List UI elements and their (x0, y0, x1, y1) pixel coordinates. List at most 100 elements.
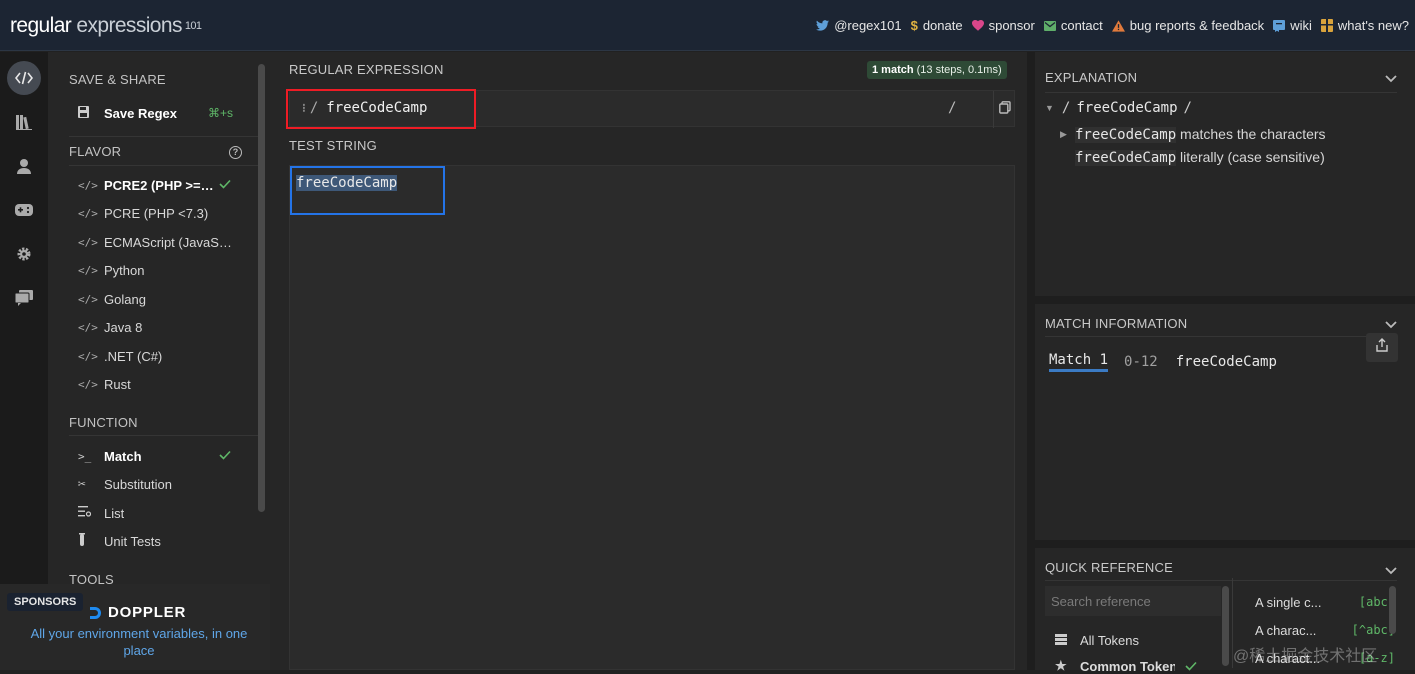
flavor-label: .NET (C#) (104, 348, 163, 364)
star-icon: ★ (1055, 658, 1067, 673)
explanation-regex: freeCodeCamp (1076, 100, 1178, 116)
top-header: regular expressions 101 @regex101 $ donat… (0, 0, 1415, 51)
logo[interactable]: regular expressions 101 (10, 14, 202, 38)
flask-icon (78, 533, 104, 549)
settings-gear-icon[interactable] (7, 237, 41, 271)
watermark: @稀土掘金技术社区 (1233, 648, 1378, 665)
sponsors-tag: SPONSORS (7, 593, 84, 611)
reference-row[interactable]: A single c... [abc] (1255, 595, 1395, 610)
nav-wiki-link[interactable]: wiki (1273, 18, 1312, 33)
copy-regex-button[interactable] (993, 91, 1016, 128)
explanation-token: freeCodeCamp (1075, 150, 1177, 166)
nav-twitter-link[interactable]: @regex101 (816, 18, 902, 33)
explanation-root[interactable]: ▼ / freeCodeCamp / (1045, 100, 1192, 116)
regex-flags-button[interactable]: / (948, 100, 956, 116)
logo-version: 101 (184, 20, 202, 32)
reference-category-common-tokens[interactable]: ★ Common Tokens (1055, 658, 1197, 674)
reference-category-all-tokens[interactable]: All Tokens (1055, 633, 1139, 648)
reference-row[interactable]: A charac... [^abc] (1255, 623, 1395, 638)
regex-heading: REGULAR EXPRESSION (289, 62, 444, 77)
flavor-heading: FLAVOR (69, 144, 122, 159)
divider (1045, 336, 1397, 337)
function-item-match[interactable]: >_ Match (78, 443, 258, 469)
nav-sponsor-link[interactable]: sponsor (971, 18, 1035, 33)
doppler-brand: DOPPLER (108, 604, 187, 621)
function-label: Match (104, 448, 142, 464)
explanation-detail: ▶ freeCodeCamp matches the characters fr… (1060, 123, 1392, 169)
flavor-item-pcre2[interactable]: </> PCRE2 (PHP >=7.3) (78, 172, 258, 198)
explanation-desc: literally (case sensitive) (1176, 149, 1325, 165)
flavor-item-pcre[interactable]: </> PCRE (PHP <7.3) (78, 200, 258, 226)
reference-desc: A single c... (1255, 595, 1322, 610)
save-regex-button[interactable]: Save Regex ⌘+s (78, 100, 238, 126)
code-icon: </> (78, 349, 98, 363)
code-icon: </> (78, 206, 98, 220)
terminal-icon: >_ (78, 449, 92, 463)
nav-bug-reports-label: bug reports & feedback (1129, 18, 1265, 33)
flavor-item-python[interactable]: </> Python (78, 257, 258, 283)
reference-desc: A charac... (1255, 623, 1317, 638)
flavor-label: Java 8 (104, 319, 143, 335)
flavor-item-ecmascript[interactable]: </> ECMAScript (JavaScript) (78, 229, 258, 255)
nav-bug-reports-link[interactable]: bug reports & feedback (1111, 18, 1265, 33)
flavor-label: Golang (104, 291, 146, 307)
match-status-badge: 1 match (13 steps, 0.1ms) (867, 61, 1007, 79)
nav-whats-new-label: what's new? (1337, 18, 1409, 33)
sidebar: SAVE & SHARE Save Regex ⌘+s FLAVOR ? </>… (48, 52, 270, 670)
code-icon: </> (78, 377, 98, 391)
regex-row: ⁝ / freeCodeCamp (302, 100, 427, 116)
function-item-substitution[interactable]: ✂ Substitution (78, 471, 258, 497)
reference-categories-scrollbar[interactable] (1222, 586, 1229, 666)
reference-search-input[interactable] (1045, 586, 1221, 616)
user-icon[interactable] (7, 149, 41, 183)
code-icon: </> (78, 263, 98, 277)
sidebar-scrollbar[interactable] (258, 64, 265, 512)
nav-wiki-label: wiki (1290, 18, 1312, 33)
regex-input-box[interactable]: ⁝ / freeCodeCamp / (289, 90, 1016, 128)
chat-icon[interactable] (7, 281, 41, 315)
code-icon: </> (78, 292, 98, 306)
function-heading: FUNCTION (69, 415, 138, 430)
explanation-slash-open: / (1061, 100, 1071, 116)
flavor-item-rust[interactable]: </> Rust (78, 371, 258, 397)
nav-donate-link[interactable]: $ donate (911, 18, 963, 33)
chevron-down-icon[interactable] (1385, 562, 1397, 580)
nav-contact-link[interactable]: contact (1043, 18, 1103, 33)
reference-category-label: Common Tokens (1080, 658, 1175, 674)
gamepad-icon[interactable] (7, 193, 41, 227)
caret-right-icon[interactable]: ▶ (1060, 123, 1067, 145)
match-row[interactable]: Match 1 0-12 freeCodeCamp (1049, 352, 1277, 372)
help-icon[interactable]: ? (229, 146, 242, 159)
dollar-icon: $ (910, 18, 918, 33)
export-matches-button[interactable] (1366, 333, 1398, 362)
chevron-down-icon[interactable] (1385, 316, 1397, 334)
flavor-label: Rust (104, 376, 131, 392)
flavor-item-golang[interactable]: </> Golang (78, 286, 258, 312)
nav-twitter-label: @regex101 (834, 18, 902, 33)
library-icon[interactable] (7, 105, 41, 139)
warning-icon (1111, 19, 1125, 32)
drag-handle-icon[interactable]: ⁝ (302, 101, 306, 115)
regex-input[interactable]: freeCodeCamp (326, 100, 427, 116)
flavor-label: PCRE2 (PHP >=7.3) (104, 177, 219, 193)
save-share-heading: SAVE & SHARE (69, 72, 166, 87)
save-regex-shortcut: ⌘+s (208, 106, 234, 120)
test-string-text[interactable]: freeCodeCamp (296, 175, 398, 191)
divider (1045, 92, 1397, 93)
match-range: 0-12 (1124, 354, 1158, 370)
code-icon[interactable] (7, 61, 41, 95)
flavor-item-dotnet[interactable]: </> .NET (C#) (78, 343, 258, 369)
flavor-item-java8[interactable]: </> Java 8 (78, 314, 258, 340)
test-string-editor[interactable]: freeCodeCamp (289, 165, 1015, 670)
function-item-unit-tests[interactable]: Unit Tests (78, 528, 258, 554)
function-item-list[interactable]: List (78, 500, 258, 526)
logo-expressions: expressions (71, 14, 182, 37)
reference-rows-scrollbar[interactable] (1389, 586, 1396, 634)
nav-whats-new-link[interactable]: what's new? (1320, 18, 1409, 33)
chevron-down-icon[interactable] (1385, 70, 1397, 88)
flavor-label: Python (104, 262, 145, 278)
sponsor-box[interactable]: SPONSORS DOPPLER All your environment va… (0, 584, 270, 670)
divider (69, 165, 259, 166)
scissors-icon: ✂ (78, 476, 86, 492)
divider (1045, 580, 1397, 581)
